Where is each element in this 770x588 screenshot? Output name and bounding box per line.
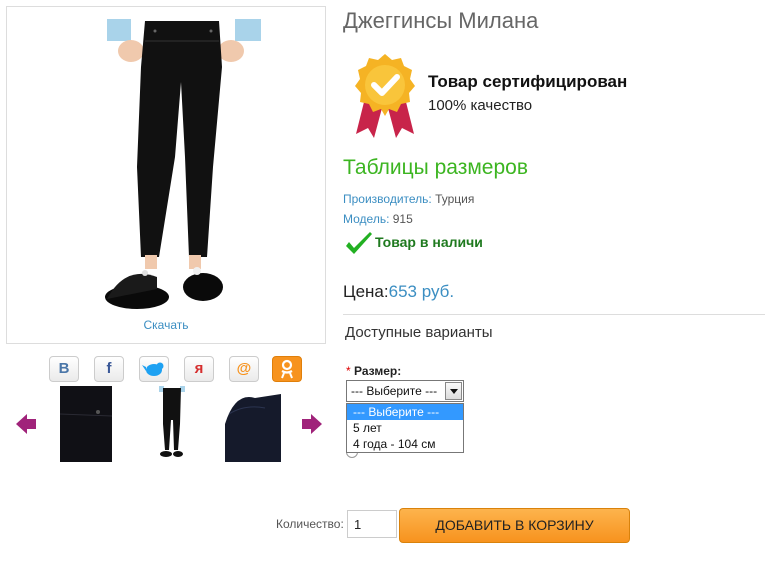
options-heading: Доступные варианты	[345, 324, 493, 341]
vkontakte-icon: В	[58, 360, 70, 377]
quantity-label: Количество:	[276, 517, 344, 531]
mailru-icon: @	[236, 360, 252, 377]
vkontakte-share-button[interactable]: В	[49, 356, 79, 382]
arrow-left-icon	[16, 414, 36, 434]
facebook-share-button[interactable]: f	[94, 356, 124, 382]
product-title: Джеггинсы Милана	[343, 8, 539, 33]
required-mark: *	[346, 364, 351, 378]
size-option[interactable]: 5 лет	[347, 420, 463, 436]
download-link[interactable]: Скачать	[6, 318, 326, 332]
twitter-icon	[142, 362, 164, 376]
chevron-down-icon[interactable]	[445, 382, 462, 400]
odnoklassniki-icon	[281, 359, 293, 379]
size-label: * Размер:	[346, 364, 401, 378]
pants-back-detail-image	[225, 394, 281, 462]
size-table-link[interactable]: Таблицы размеров	[343, 156, 528, 180]
price-value: 653 руб.	[388, 282, 455, 301]
model-row: Модель: 915	[343, 212, 413, 226]
certificate-badge-icon	[355, 54, 415, 138]
twitter-share-button[interactable]	[139, 356, 169, 382]
price-label: Цена:	[343, 282, 389, 301]
mailru-share-button[interactable]: @	[229, 356, 259, 382]
size-option[interactable]: 4 года - 104 см	[347, 436, 463, 452]
yaru-share-button[interactable]: я	[184, 356, 214, 382]
size-select[interactable]: --- Выберите ---	[346, 380, 464, 402]
price: Цена:653 руб.	[343, 282, 454, 302]
facebook-icon: f	[106, 360, 112, 377]
product-main-image[interactable]	[6, 6, 326, 344]
gallery-next-button[interactable]	[300, 412, 324, 441]
certified-badge	[352, 52, 418, 143]
gallery-prev-button[interactable]	[14, 412, 38, 441]
arrow-right-icon	[302, 414, 322, 434]
pants-photo	[105, 19, 261, 309]
yaru-icon: я	[194, 360, 204, 377]
gallery-thumbnail[interactable]	[225, 384, 283, 462]
pants-detail-image	[59, 386, 113, 462]
manufacturer-row: Производитель: Турция	[343, 192, 474, 206]
size-option[interactable]: --- Выберите ---	[347, 404, 463, 420]
divider	[343, 314, 765, 315]
pants-full-image	[159, 386, 185, 457]
gallery-thumbnail[interactable]	[143, 384, 201, 462]
gallery-thumbnail[interactable]	[59, 384, 118, 462]
manufacturer-label[interactable]: Производитель:	[343, 192, 432, 206]
size-label-text: Размер:	[354, 364, 402, 378]
model-value: 915	[392, 212, 413, 226]
add-to-cart-button[interactable]: ДОБАВИТЬ В КОРЗИНУ	[399, 508, 630, 543]
odnoklassniki-share-button[interactable]	[272, 356, 302, 382]
stock-status: Товар в наличи	[375, 234, 483, 250]
certified-subtitle: 100% качество	[428, 97, 533, 114]
model-label: Модель:	[343, 212, 390, 226]
size-dropdown-list: --- Выберите --- 5 лет 4 года - 104 см	[346, 403, 464, 453]
size-select-value: --- Выберите ---	[351, 384, 438, 398]
quantity-input[interactable]	[347, 510, 397, 538]
certified-title: Товар сертифицирован	[428, 72, 628, 91]
manufacturer-value: Турция	[435, 192, 475, 206]
in-stock-check-icon	[344, 232, 374, 263]
